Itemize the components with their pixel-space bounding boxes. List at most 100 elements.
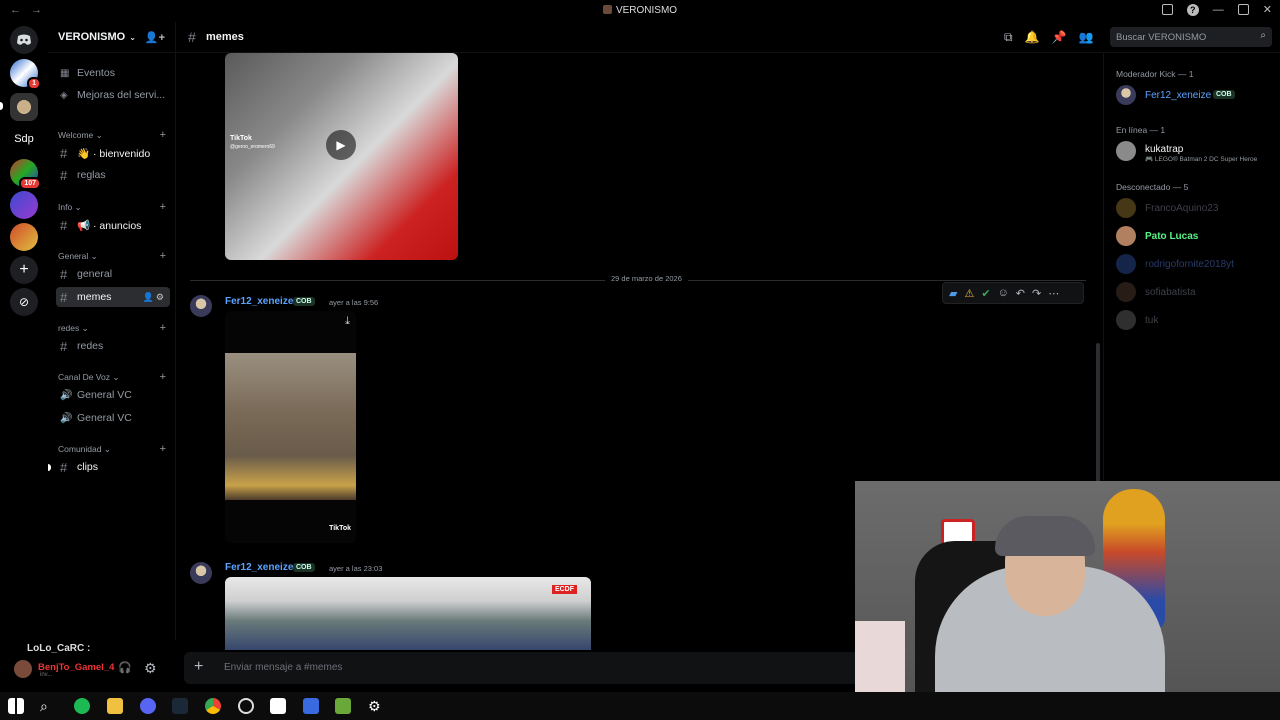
hash-icon: # xyxy=(60,459,68,475)
folder-icon[interactable]: ▰ xyxy=(949,287,957,300)
member-item[interactable]: kukatrap 🎮 LEGO® Batman 2 DC Super Heroe xyxy=(1114,140,1274,164)
minecraft-icon[interactable] xyxy=(335,698,351,714)
channel-sidebar: VERONISMO ⌄ 👤+ ▦ Eventos ◈ Mejoras del ser… xyxy=(48,22,176,692)
avatar[interactable] xyxy=(190,295,212,317)
scrollbar[interactable] xyxy=(1096,343,1100,483)
discord-icon[interactable] xyxy=(140,698,156,714)
channel-settings-icon[interactable]: 👤⚙ xyxy=(143,292,166,303)
minimize-button[interactable]: — xyxy=(1213,4,1224,16)
avatar[interactable] xyxy=(14,660,32,678)
chrome-icon[interactable] xyxy=(205,698,221,714)
channel-general[interactable]: # general xyxy=(56,264,170,284)
pin-icon[interactable]: 📌 xyxy=(1052,30,1067,45)
server-icon xyxy=(602,5,612,14)
avatar xyxy=(1116,310,1136,330)
stream-overlay-text: LoLo_CaRC : xyxy=(27,643,91,654)
avatar xyxy=(1116,198,1136,218)
headphones-icon[interactable]: 🎧 xyxy=(118,661,132,674)
channel-redes[interactable]: # redes xyxy=(56,336,170,356)
category-general[interactable]: General ⌄ + xyxy=(58,250,166,262)
check-icon[interactable]: ✔ xyxy=(981,287,990,300)
app-icon[interactable] xyxy=(303,698,319,714)
bell-icon[interactable]: 🔔 xyxy=(1025,30,1040,45)
speaker-icon: 🔊 xyxy=(60,389,73,401)
member-item[interactable]: FrancoAquino23 xyxy=(1114,197,1274,221)
channel-reglas[interactable]: # reglas xyxy=(56,165,170,185)
more-icon[interactable]: ⋯ xyxy=(1048,287,1059,300)
member-item[interactable]: rodrigofornite2018yt xyxy=(1114,253,1274,277)
category-redes[interactable]: redes ⌄ + xyxy=(58,322,166,334)
message-actions-toolbar: ▰ ⚠ ✔ ☺ ↶ ↷ ⋯ xyxy=(942,282,1084,304)
avatar[interactable] xyxy=(190,562,212,584)
server-4[interactable]: 107 xyxy=(10,159,41,190)
channel-anuncios[interactable]: # 📢 · anuncios xyxy=(56,215,170,235)
add-reaction-icon[interactable]: ☺ xyxy=(998,287,1009,299)
steam-icon[interactable] xyxy=(172,698,188,714)
obs-icon[interactable] xyxy=(238,698,254,714)
channel-bienvenido[interactable]: # 👋 · bienvenido xyxy=(56,143,170,163)
server-5[interactable] xyxy=(10,191,38,219)
message-author[interactable]: Fer12_xeneize xyxy=(225,296,293,307)
category-info[interactable]: Info ⌄ + xyxy=(58,201,166,213)
help-icon[interactable]: ? xyxy=(1186,3,1199,16)
sidebar-item-mejoras[interactable]: ◈ Mejoras del servi... xyxy=(56,85,170,105)
add-channel-icon[interactable]: + xyxy=(160,201,166,213)
member-item[interactable]: Fer12_xeneize COB xyxy=(1114,84,1274,108)
hash-icon: # xyxy=(60,145,68,161)
invite-icon[interactable]: 👤+ xyxy=(145,31,165,44)
add-channel-icon[interactable]: + xyxy=(160,129,166,141)
category-comunidad[interactable]: Comunidad ⌄ + xyxy=(58,443,166,455)
forward-icon[interactable]: ↷ xyxy=(1032,287,1041,300)
add-attachment-icon[interactable]: + xyxy=(194,658,203,676)
warning-icon[interactable]: ⚠ xyxy=(964,287,974,300)
close-button[interactable]: ✕ xyxy=(1263,3,1272,16)
video-attachment[interactable]: ECDF xyxy=(225,577,591,650)
member-item[interactable]: Pato Lucas xyxy=(1114,225,1274,249)
capcut-icon[interactable] xyxy=(270,698,286,714)
video-frame xyxy=(225,353,356,500)
category-canal-de-voz[interactable]: Canal De Voz ⌄ + xyxy=(58,371,166,383)
server-1[interactable]: 1 xyxy=(10,59,41,90)
windows-start-icon[interactable] xyxy=(8,698,24,714)
category-welcome[interactable]: Welcome ⌄ + xyxy=(58,129,166,141)
add-channel-icon[interactable]: + xyxy=(160,250,166,262)
server-header[interactable]: VERONISMO ⌄ 👤+ xyxy=(48,22,175,53)
server-rail: 1 Sdp 107 + ⊘ xyxy=(0,22,48,692)
channel-memes[interactable]: # memes 👤⚙ xyxy=(56,287,170,307)
member-tag: COB xyxy=(1213,90,1235,99)
server-2[interactable] xyxy=(10,93,38,121)
add-server-icon[interactable]: + xyxy=(10,256,38,284)
threads-icon[interactable]: ⧉ xyxy=(1004,30,1013,45)
reply-icon[interactable]: ↶ xyxy=(1016,287,1025,300)
search-icon[interactable]: ⌕ xyxy=(40,698,56,714)
member-item[interactable]: tuk xyxy=(1114,309,1274,333)
gear-icon[interactable]: ⚙ xyxy=(144,660,157,677)
voice-channel-general-vc[interactable]: 🔊 General VC xyxy=(56,385,170,405)
windows-taskbar: ⌕ ⚙ xyxy=(0,692,1280,720)
video-attachment[interactable]: ⤓ TikTok xyxy=(225,311,356,543)
spotify-icon[interactable] xyxy=(74,698,90,714)
voice-channel-general-vc-2[interactable]: 🔊 General VC xyxy=(56,408,170,428)
explore-icon[interactable]: ⊘ xyxy=(10,288,38,316)
sidebar-item-eventos[interactable]: ▦ Eventos xyxy=(56,63,170,83)
settings-icon[interactable]: ⚙ xyxy=(368,698,384,714)
member-item[interactable]: sofiabatista xyxy=(1114,281,1274,305)
download-icon[interactable]: ⤓ xyxy=(345,315,350,328)
add-channel-icon[interactable]: + xyxy=(160,443,166,455)
server-6[interactable] xyxy=(10,223,38,251)
add-channel-icon[interactable]: + xyxy=(160,322,166,334)
maximize-button[interactable] xyxy=(1237,4,1249,15)
message-author[interactable]: Fer12_xeneize xyxy=(225,562,293,573)
video-attachment[interactable]: TikTok @geroo_eromero69 ▶ xyxy=(225,53,458,260)
add-channel-icon[interactable]: + xyxy=(160,371,166,383)
tiktok-handle: @geroo_eromero69 xyxy=(230,144,275,150)
discord-home-icon[interactable] xyxy=(10,26,38,54)
search-input[interactable]: Buscar VERONISMO ⌕ xyxy=(1110,27,1272,47)
file-explorer-icon[interactable] xyxy=(107,698,123,714)
members-icon[interactable]: 👥 xyxy=(1078,30,1093,45)
inbox-icon[interactable] xyxy=(1161,4,1173,15)
channel-clips[interactable]: # clips xyxy=(56,457,170,477)
channel-title: memes xyxy=(206,31,244,43)
server-sdp[interactable]: Sdp xyxy=(10,125,38,153)
play-icon[interactable]: ▶ xyxy=(326,130,356,160)
